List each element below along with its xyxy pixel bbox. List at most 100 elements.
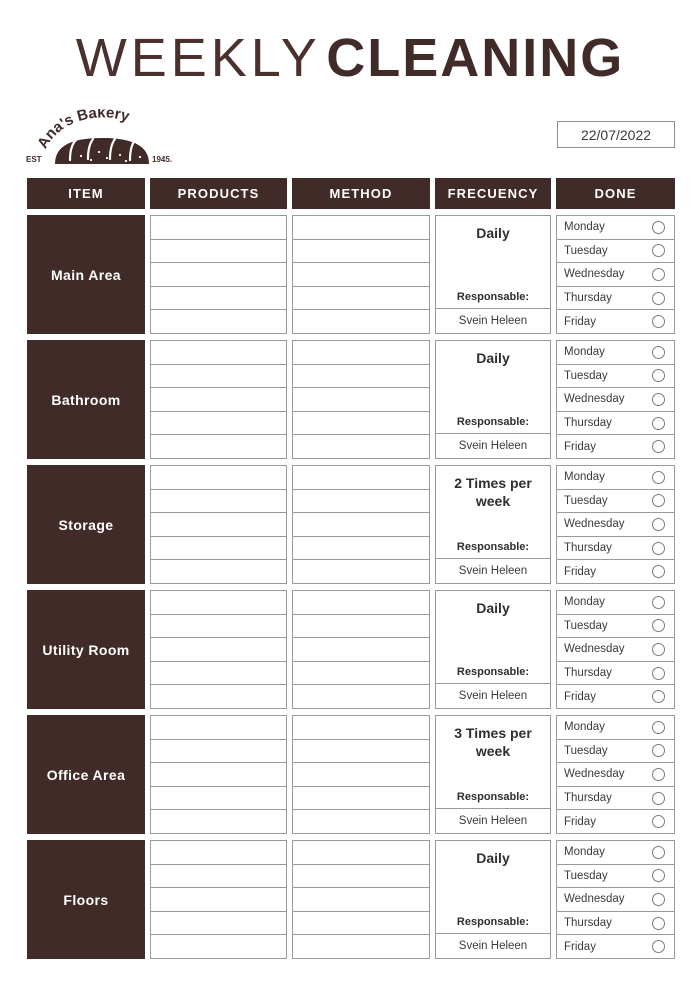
done-checkbox-circle-icon[interactable] (652, 220, 665, 234)
write-in-line[interactable] (151, 263, 286, 287)
done-checkbox-circle-icon[interactable] (652, 267, 665, 281)
done-checkbox-circle-icon[interactable] (652, 517, 665, 531)
write-in-line[interactable] (151, 560, 286, 583)
write-in-line[interactable] (293, 287, 429, 311)
write-in-line[interactable] (293, 466, 429, 490)
done-checkbox-circle-icon[interactable] (652, 369, 665, 383)
write-in-line[interactable] (293, 435, 429, 458)
write-in-line[interactable] (293, 513, 429, 537)
write-in-line[interactable] (151, 287, 286, 311)
write-in-line[interactable] (293, 763, 429, 787)
write-in-line[interactable] (151, 841, 286, 865)
done-checkbox-circle-icon[interactable] (652, 494, 665, 508)
done-checkbox-circle-icon[interactable] (652, 916, 665, 930)
done-checkbox-circle-icon[interactable] (652, 565, 665, 579)
method-write-in[interactable] (292, 215, 430, 334)
done-checkbox-circle-icon[interactable] (652, 416, 665, 430)
done-checkbox-circle-icon[interactable] (652, 767, 665, 781)
done-checkbox-circle-icon[interactable] (652, 345, 665, 359)
write-in-line[interactable] (293, 490, 429, 514)
done-checkbox-circle-icon[interactable] (652, 892, 665, 906)
write-in-line[interactable] (293, 638, 429, 662)
write-in-line[interactable] (151, 435, 286, 458)
done-checkbox-circle-icon[interactable] (652, 642, 665, 656)
write-in-line[interactable] (151, 240, 286, 264)
write-in-line[interactable] (151, 810, 286, 833)
method-write-in[interactable] (292, 715, 430, 834)
write-in-line[interactable] (293, 615, 429, 639)
method-write-in[interactable] (292, 465, 430, 584)
write-in-line[interactable] (293, 740, 429, 764)
write-in-line[interactable] (151, 591, 286, 615)
write-in-line[interactable] (151, 763, 286, 787)
done-checkbox-circle-icon[interactable] (652, 315, 665, 329)
write-in-line[interactable] (293, 912, 429, 936)
write-in-line[interactable] (151, 615, 286, 639)
write-in-line[interactable] (293, 591, 429, 615)
done-checkbox-circle-icon[interactable] (652, 244, 665, 258)
write-in-line[interactable] (293, 263, 429, 287)
write-in-line[interactable] (151, 716, 286, 740)
method-write-in[interactable] (292, 840, 430, 959)
done-checkbox-circle-icon[interactable] (652, 666, 665, 680)
done-checkbox-circle-icon[interactable] (652, 869, 665, 883)
done-checkbox-circle-icon[interactable] (652, 791, 665, 805)
done-checkbox-circle-icon[interactable] (652, 291, 665, 305)
write-in-line[interactable] (151, 310, 286, 333)
write-in-line[interactable] (293, 412, 429, 436)
write-in-line[interactable] (151, 740, 286, 764)
write-in-line[interactable] (293, 365, 429, 389)
responsable-name[interactable]: Svein Heleen (436, 558, 550, 583)
responsable-name[interactable]: Svein Heleen (436, 433, 550, 458)
done-checkbox-circle-icon[interactable] (652, 392, 665, 406)
write-in-line[interactable] (293, 537, 429, 561)
write-in-line[interactable] (151, 638, 286, 662)
products-write-in[interactable] (150, 840, 287, 959)
products-write-in[interactable] (150, 215, 287, 334)
write-in-line[interactable] (293, 865, 429, 889)
date-field[interactable]: 22/07/2022 (557, 121, 675, 148)
products-write-in[interactable] (150, 340, 287, 459)
write-in-line[interactable] (293, 388, 429, 412)
write-in-line[interactable] (293, 716, 429, 740)
write-in-line[interactable] (151, 490, 286, 514)
write-in-line[interactable] (293, 310, 429, 333)
method-write-in[interactable] (292, 590, 430, 709)
write-in-line[interactable] (151, 466, 286, 490)
write-in-line[interactable] (151, 537, 286, 561)
write-in-line[interactable] (151, 513, 286, 537)
write-in-line[interactable] (293, 888, 429, 912)
write-in-line[interactable] (293, 685, 429, 708)
responsable-name[interactable]: Svein Heleen (436, 308, 550, 333)
write-in-line[interactable] (151, 935, 286, 958)
write-in-line[interactable] (151, 216, 286, 240)
write-in-line[interactable] (151, 912, 286, 936)
products-write-in[interactable] (150, 590, 287, 709)
write-in-line[interactable] (151, 787, 286, 811)
responsable-name[interactable]: Svein Heleen (436, 808, 550, 833)
write-in-line[interactable] (293, 560, 429, 583)
write-in-line[interactable] (151, 365, 286, 389)
write-in-line[interactable] (151, 412, 286, 436)
write-in-line[interactable] (293, 935, 429, 958)
done-checkbox-circle-icon[interactable] (652, 619, 665, 633)
done-checkbox-circle-icon[interactable] (652, 940, 665, 954)
products-write-in[interactable] (150, 715, 287, 834)
done-checkbox-circle-icon[interactable] (652, 744, 665, 758)
write-in-line[interactable] (293, 810, 429, 833)
done-checkbox-circle-icon[interactable] (652, 470, 665, 484)
done-checkbox-circle-icon[interactable] (652, 720, 665, 734)
write-in-line[interactable] (293, 841, 429, 865)
write-in-line[interactable] (151, 341, 286, 365)
responsable-name[interactable]: Svein Heleen (436, 683, 550, 708)
write-in-line[interactable] (151, 685, 286, 708)
done-checkbox-circle-icon[interactable] (652, 440, 665, 454)
done-checkbox-circle-icon[interactable] (652, 595, 665, 609)
write-in-line[interactable] (151, 388, 286, 412)
done-checkbox-circle-icon[interactable] (652, 845, 665, 859)
method-write-in[interactable] (292, 340, 430, 459)
write-in-line[interactable] (151, 865, 286, 889)
write-in-line[interactable] (151, 888, 286, 912)
write-in-line[interactable] (293, 341, 429, 365)
write-in-line[interactable] (293, 787, 429, 811)
